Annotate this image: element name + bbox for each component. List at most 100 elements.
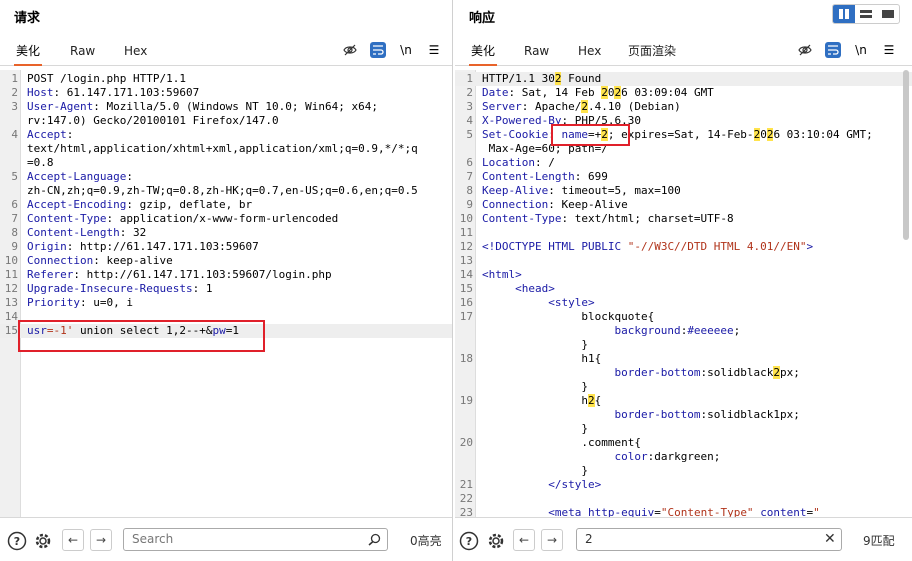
code-token: zh-CN,zh;q=0.9,zh-TW;q=0.8,zh-HK;q=0.7,e… (27, 184, 418, 197)
view-toggle (832, 4, 900, 24)
eye-slash-icon[interactable] (342, 42, 358, 58)
line-code: rv:147.0) Gecko/20100101 Firefox/147.0 (27, 114, 279, 128)
next-match-button[interactable]: → (541, 529, 563, 551)
code-token: Upgrade-Insecure-Requests (27, 282, 193, 295)
tab-pretty[interactable]: 美化 (469, 36, 497, 66)
code-token: :darkgreen; (647, 450, 721, 463)
code-token: : 32 (119, 226, 147, 239)
line-code: blockquote{ (482, 310, 654, 324)
code-token: : 699 (574, 170, 608, 183)
code-line: 12 Upgrade-Insecure-Requests: 1 (0, 282, 452, 296)
line-number: 4 (466, 114, 473, 127)
tab-raw[interactable]: Raw (524, 36, 549, 66)
request-pane: 请求 美化 Raw Hex \n ☰ 1 POST /login.php HTTP… (0, 0, 453, 561)
response-title: 响应 (469, 11, 496, 26)
line-number: 5 (466, 128, 473, 141)
gear-icon[interactable] (33, 531, 53, 551)
code-line: 6 Accept-Encoding: gzip, deflate, br (0, 198, 452, 212)
code-token: background (614, 324, 681, 337)
tab-raw[interactable]: Raw (70, 36, 95, 66)
tab-pretty[interactable]: 美化 (14, 36, 42, 66)
line-number: 12 (4, 282, 18, 295)
code-token: } (482, 380, 588, 393)
single-pane-icon[interactable] (877, 5, 899, 23)
request-search-input[interactable]: Search (123, 528, 388, 551)
line-code: Set-Cookie: name=+2; expires=Sat, 14-Feb… (482, 128, 873, 142)
code-token: content (760, 506, 807, 517)
response-scrollbar[interactable] (903, 70, 909, 240)
code-line: 9 Connection: Keep-Alive (455, 198, 912, 212)
code-token: Server (482, 100, 522, 113)
code-line: border-bottom:solidblack2px; (455, 366, 912, 380)
code-line: border-bottom:solidblack1px; (455, 408, 912, 422)
code-token: border-bottom (614, 366, 701, 379)
newline-icon[interactable]: \n (398, 42, 414, 58)
search-match: 2 (587, 394, 595, 407)
line-code: Referer: http://61.147.171.103:59607/log… (27, 268, 332, 282)
tab-hex[interactable]: Hex (578, 36, 601, 66)
code-line: 10 Content-Type: text/html; charset=UTF-8 (455, 212, 912, 226)
wrap-icon[interactable] (370, 42, 386, 58)
line-code: border-bottom:solidblack2px; (482, 366, 800, 380)
line-number: 20 (459, 436, 473, 449)
newline-icon[interactable]: \n (853, 42, 869, 58)
line-code: Content-Length: 699 (482, 170, 608, 184)
line-code: Priority: u=0, i (27, 296, 133, 310)
code-token: " (813, 506, 820, 517)
code-token: border-bottom (614, 408, 701, 421)
code-line: } (455, 338, 912, 352)
code-line: Max-Age=60; path=/ (455, 142, 912, 156)
svg-text:?: ? (466, 535, 472, 548)
line-code: </style> (482, 478, 601, 492)
response-editor[interactable]: 1 HTTP/1.1 302 Found 2 Date: Sat, 14 Feb 20… (455, 70, 912, 517)
code-token: } (482, 464, 588, 477)
line-number: 21 (459, 478, 473, 491)
help-icon[interactable]: ? (459, 531, 479, 551)
code-token: : text/html; charset=UTF-8 (561, 212, 734, 225)
line-number: 11 (459, 226, 473, 239)
response-search-input[interactable]: 2 (576, 528, 842, 551)
code-token: Accept-Encoding (27, 198, 127, 211)
code-token: : (126, 170, 133, 183)
tab-render[interactable]: 页面渲染 (628, 36, 676, 66)
tab-hex[interactable]: Hex (124, 36, 147, 66)
response-editor-tools: \n ☰ (797, 42, 897, 58)
help-icon[interactable]: ? (7, 531, 27, 551)
line-code: <!DOCTYPE HTML PUBLIC "-//W3C//DTD HTML … (482, 240, 813, 254)
code-token: </style> (548, 478, 602, 491)
prev-match-button[interactable]: ← (513, 529, 535, 551)
code-line: 8 Content-Length: 32 (0, 226, 452, 240)
code-line: 20 .comment{ (455, 436, 912, 450)
split-horizontal-icon[interactable] (855, 5, 877, 23)
menu-icon[interactable]: ☰ (426, 42, 442, 58)
code-token: Priority (27, 296, 80, 309)
clear-search-icon[interactable]: ✕ (824, 531, 836, 547)
line-number: 4 (11, 128, 18, 141)
line-code: zh-CN,zh;q=0.9,zh-TW;q=0.8,zh-HK;q=0.7,e… (27, 184, 418, 198)
prev-match-button[interactable]: ← (62, 529, 84, 551)
response-pane: 响应 美化 Raw Hex 页面渲染 \n ☰ 1 HTTP/1.1 302 Fo… (455, 0, 912, 561)
split-vertical-icon[interactable] (833, 5, 855, 23)
response-match-count: 9匹配 (863, 534, 895, 548)
wrap-icon[interactable] (825, 42, 841, 58)
code-line: 1 HTTP/1.1 302 Found (455, 72, 912, 86)
cookie-highlight-box (551, 124, 630, 146)
next-match-button[interactable]: → (90, 529, 112, 551)
menu-icon[interactable]: ☰ (881, 42, 897, 58)
code-token: Origin (27, 240, 67, 253)
line-code: Accept: (27, 128, 73, 142)
code-token: .comment{ (482, 436, 641, 449)
response-search-bar: ? ← → 2 ✕ 9匹配 (455, 517, 912, 561)
gear-icon[interactable] (486, 531, 506, 551)
line-number: 11 (4, 268, 18, 281)
line-code: } (482, 422, 588, 436)
code-token: px; (780, 366, 800, 379)
request-editor[interactable]: 1 POST /login.php HTTP/1.1 2 Host: 61.147.1… (0, 70, 452, 517)
line-code: <meta http-equiv="Content-Type" content=… (482, 506, 820, 517)
eye-slash-icon[interactable] (797, 42, 813, 58)
line-number: 1 (466, 72, 473, 85)
line-number: 18 (459, 352, 473, 365)
code-line: 6 Location: / (455, 156, 912, 170)
code-line: rv:147.0) Gecko/20100101 Firefox/147.0 (0, 114, 452, 128)
